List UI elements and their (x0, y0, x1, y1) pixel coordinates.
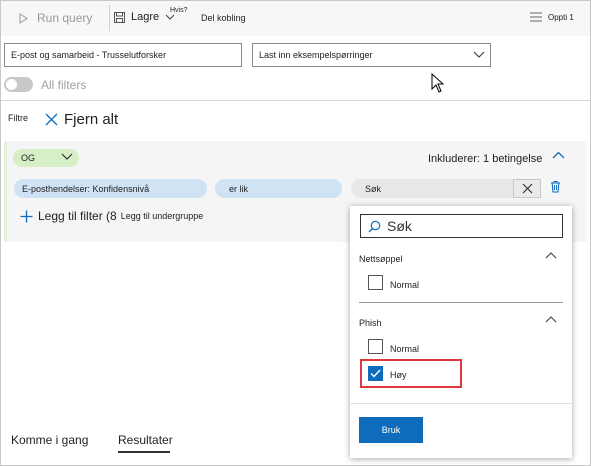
condition-value-placeholder: Søk (365, 183, 382, 194)
tab-results[interactable]: Resultater (118, 433, 173, 447)
save-icon (114, 11, 125, 23)
share-link-button[interactable]: Del kobling (201, 13, 246, 23)
checkmark-icon (370, 369, 381, 378)
checkbox-phish-normal[interactable] (368, 339, 383, 354)
active-tab-indicator (118, 451, 170, 453)
add-filter-button[interactable]: Legg til filter (8 Legg til undergruppe (20, 209, 203, 223)
chevron-up-icon[interactable] (545, 316, 557, 323)
checkbox-phish-high[interactable] (368, 366, 383, 381)
query-type-value: E-post og samarbeid - Trusselutforsker (11, 50, 167, 60)
clear-all-label: Fjern alt (64, 111, 119, 128)
search-icon (368, 220, 381, 232)
condition-field-select[interactable]: E-posthendelser: Konfidensnivå (14, 179, 207, 198)
option-label: Normal (390, 280, 420, 290)
all-filters-toggle[interactable] (4, 77, 33, 92)
tab-getting-started[interactable]: Komme i gang (11, 433, 88, 447)
option-label: Normal (390, 344, 420, 354)
sample-queries-select[interactable]: Last inn eksempelspørringer (252, 43, 491, 67)
filters-heading: Filtre (8, 113, 28, 123)
condition-field-value: E-posthendelser: Konfidensnivå (22, 183, 150, 194)
apply-button[interactable]: Bruk (359, 417, 423, 443)
dropdown-search-placeholder: Søk (387, 218, 412, 234)
condition-operator-value: er lik (229, 183, 249, 194)
query-builder-window: Run query Lagre Hvis? Del kobling Oppti … (0, 0, 591, 466)
add-filter-label: Legg til filter (8 (38, 209, 117, 223)
chevron-up-icon[interactable] (552, 151, 565, 159)
save-button[interactable]: Lagre (114, 11, 175, 23)
close-icon (522, 183, 532, 194)
trash-icon[interactable] (550, 180, 561, 193)
group-divider (359, 302, 563, 303)
toggle-knob (6, 79, 17, 90)
logic-operator-select[interactable]: OG (13, 149, 79, 167)
whats-this-link[interactable]: Hvis? (170, 7, 188, 14)
chevron-down-icon[interactable] (165, 14, 175, 20)
logic-operator-value: OG (21, 153, 36, 163)
group-label-junk: Nettsøppel (359, 254, 403, 264)
toolbar-divider (109, 5, 110, 31)
mouse-cursor-icon (431, 73, 444, 93)
sample-queries-value: Last inn eksempelspørringer (259, 50, 373, 60)
dropdown-search-input[interactable]: Søk (360, 214, 563, 238)
list-icon (530, 12, 542, 22)
chevron-up-icon[interactable] (545, 252, 557, 259)
group-label-phish: Phish (359, 318, 382, 328)
value-dropdown: Søk Nettsøppel Normal Phish Normal Høy B… (350, 206, 572, 458)
condition-operator-select[interactable]: er lik (215, 179, 342, 198)
clear-all-button[interactable]: Fjern alt (45, 111, 118, 128)
play-icon (19, 12, 28, 24)
run-query-button[interactable]: Run query (19, 11, 92, 25)
chevron-down-icon (61, 153, 73, 160)
toolbar: Run query Lagre Hvis? Del kobling Oppti … (1, 1, 590, 36)
divider (1, 100, 590, 101)
plus-icon (20, 210, 33, 222)
includes-summary: Inkluderer: 1 betingelse (428, 153, 543, 165)
checkbox-junk-normal[interactable] (368, 275, 383, 290)
update-label: Oppti 1 (548, 12, 574, 22)
close-icon (45, 113, 58, 126)
run-query-label: Run query (37, 11, 93, 25)
footer-divider (350, 403, 572, 404)
condition-value-input[interactable]: Søk (351, 179, 513, 198)
save-label: Lagre (131, 11, 160, 23)
clear-value-button[interactable] (513, 179, 541, 198)
query-type-select[interactable]: E-post og samarbeid - Trusselutforsker (4, 43, 242, 67)
option-label: Høy (390, 370, 407, 380)
all-filters-label: All filters (41, 78, 87, 92)
chevron-down-icon (473, 51, 485, 58)
update-button[interactable]: Oppti 1 (530, 12, 574, 22)
add-subgroup-button[interactable]: Legg til undergruppe (121, 211, 204, 221)
